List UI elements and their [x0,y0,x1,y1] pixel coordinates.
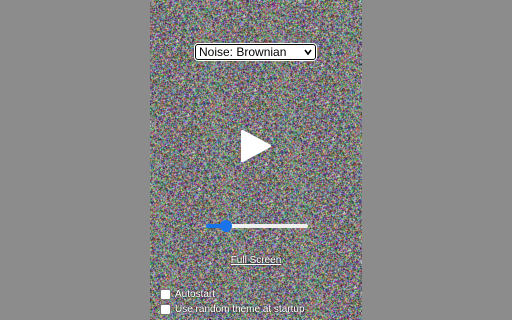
random-theme-option[interactable]: Use random theme at startup [160,304,305,315]
volume-thumb[interactable] [220,220,233,232]
noise-type-selected: Noise: Brownian [199,45,287,59]
random-theme-label: Use random theme at startup [175,304,305,315]
random-theme-checkbox[interactable] [160,304,171,315]
autostart-label: Autostart [175,289,216,300]
volume-slider[interactable] [206,220,308,232]
noise-panel: Noise: Brownian Full Screen Autostart Us… [150,0,362,320]
chevron-down-icon [304,49,312,56]
autostart-option[interactable]: Autostart [160,289,215,300]
full-screen-link[interactable]: Full Screen [150,255,362,266]
autostart-checkbox[interactable] [160,289,171,300]
play-button[interactable] [239,128,273,164]
noise-type-select[interactable]: Noise: Brownian [194,43,317,61]
play-icon [241,129,271,163]
